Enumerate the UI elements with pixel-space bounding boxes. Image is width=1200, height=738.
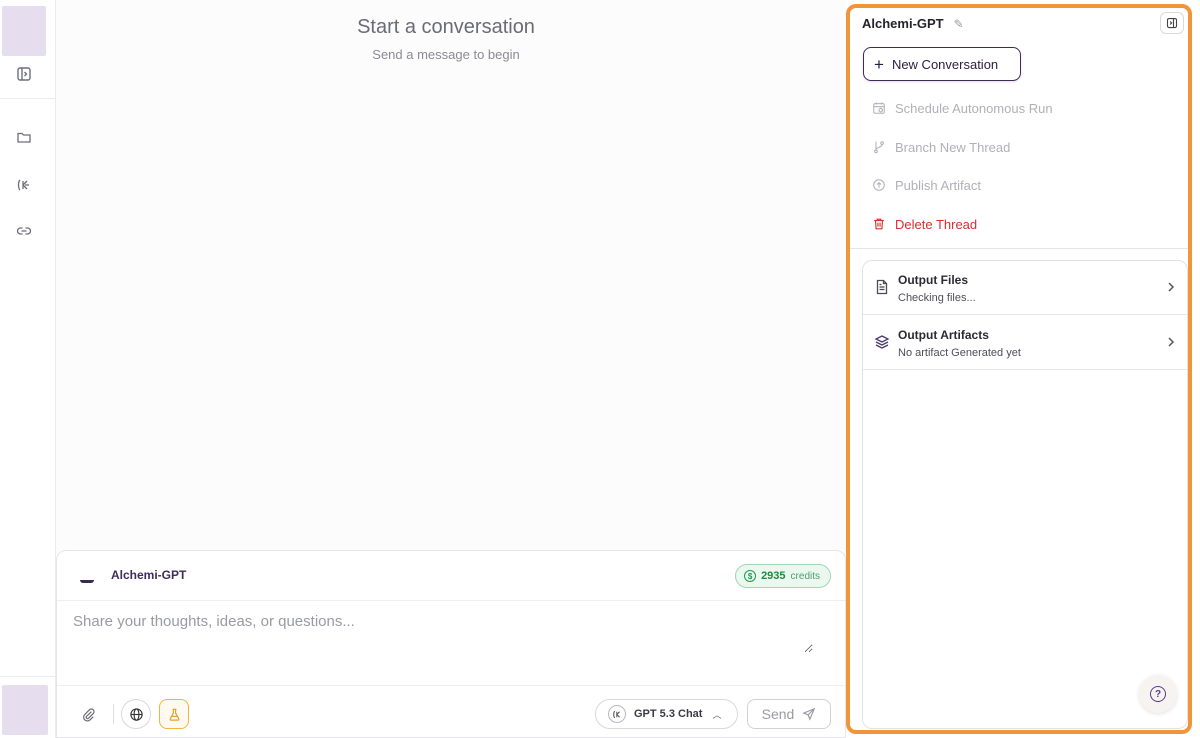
panel-header: Alchemi-GPT ✎	[862, 16, 964, 31]
send-icon	[802, 707, 816, 721]
layers-icon	[874, 335, 890, 349]
output-subtitle: Checking files...	[898, 292, 976, 304]
agent-avatar	[77, 567, 97, 587]
file-icon	[876, 279, 888, 295]
paperclip-icon[interactable]	[73, 699, 103, 729]
delete-thread-button[interactable]: Delete Thread	[872, 214, 977, 234]
collapse-panel-icon[interactable]	[1160, 12, 1184, 34]
help-button[interactable]: ?	[1139, 675, 1177, 713]
output-title: Output Artifacts	[898, 328, 989, 342]
agent-icon[interactable]	[14, 175, 34, 195]
panel-title: Alchemi-GPT	[862, 16, 944, 31]
trash-icon	[874, 218, 884, 230]
output-artifacts-row[interactable]: Output Artifacts No artifact Generated y…	[863, 316, 1187, 370]
new-conversation-label: New Conversation	[891, 56, 999, 72]
page-subtitle: Send a message to begin	[372, 47, 520, 62]
link-icon[interactable]	[14, 221, 34, 241]
globe-icon[interactable]	[121, 699, 151, 729]
rail-divider	[0, 676, 55, 677]
left-rail	[0, 0, 56, 738]
sidebar-toggle-icon[interactable]	[14, 64, 34, 84]
output-files-row[interactable]: Output Files Checking files...	[863, 261, 1187, 315]
action-label: Schedule Autonomous Run	[895, 100, 1053, 116]
chevron-right-icon	[1168, 337, 1175, 347]
pencil-icon[interactable]: ✎	[954, 17, 964, 31]
chevron-right-icon	[1168, 282, 1175, 292]
panel-divider	[850, 248, 1188, 249]
dollar-icon: $	[744, 570, 757, 582]
schedule-autonomous-run-button[interactable]: Schedule Autonomous Run	[872, 98, 1053, 118]
outputs-card: Output Files Checking files... Output Ar…	[862, 260, 1188, 729]
thread-panel: Alchemi-GPT ✎ + New Conversation Schedul…	[846, 4, 1192, 734]
plus-icon: +	[874, 54, 884, 74]
rail-top-highlight	[2, 6, 46, 56]
composer-toolbar: GPT 5.3 Chat ︿ Send	[57, 685, 845, 738]
folder-icon[interactable]	[14, 127, 34, 147]
model-label: GPT 5.3 Chat	[634, 708, 703, 720]
page-title: Start a conversation	[357, 16, 535, 38]
output-title: Output Files	[898, 273, 968, 287]
rail-bottom-highlight	[2, 685, 48, 735]
publish-artifact-button[interactable]: Publish Artifact	[872, 175, 981, 195]
help-icon: ?	[1150, 686, 1166, 702]
chevron-up-icon: ︿	[712, 709, 722, 720]
toolbar-separator	[113, 704, 114, 724]
message-composer: Alchemi-GPT $ 2935 credits Share your th…	[56, 550, 846, 738]
model-icon	[608, 705, 626, 723]
model-selector[interactable]: GPT 5.3 Chat ︿	[595, 699, 738, 729]
message-input[interactable]	[73, 613, 813, 653]
rail-divider	[0, 98, 55, 99]
branch-new-thread-button[interactable]: Branch New Thread	[872, 137, 1010, 157]
action-label: Delete Thread	[895, 216, 978, 232]
action-label: Branch New Thread	[895, 139, 1011, 155]
credits-badge: $ 2935 credits	[735, 564, 831, 588]
new-conversation-button[interactable]: + New Conversation	[863, 47, 1021, 81]
agent-name: Alchemi-GPT	[111, 568, 187, 582]
action-label: Publish Artifact	[895, 177, 981, 193]
send-button[interactable]: Send	[747, 699, 831, 729]
credits-label: credits	[790, 570, 820, 582]
calendar-icon	[873, 102, 885, 114]
upload-icon	[873, 179, 885, 191]
send-label: Send	[761, 706, 795, 722]
flask-icon[interactable]	[159, 699, 189, 729]
branch-icon	[874, 141, 884, 154]
credits-value: 2935	[761, 570, 786, 582]
composer-header: Alchemi-GPT $ 2935 credits	[57, 551, 845, 601]
chat-area: Start a conversation Send a message to b…	[56, 0, 846, 738]
output-subtitle: No artifact Generated yet	[898, 347, 1021, 359]
